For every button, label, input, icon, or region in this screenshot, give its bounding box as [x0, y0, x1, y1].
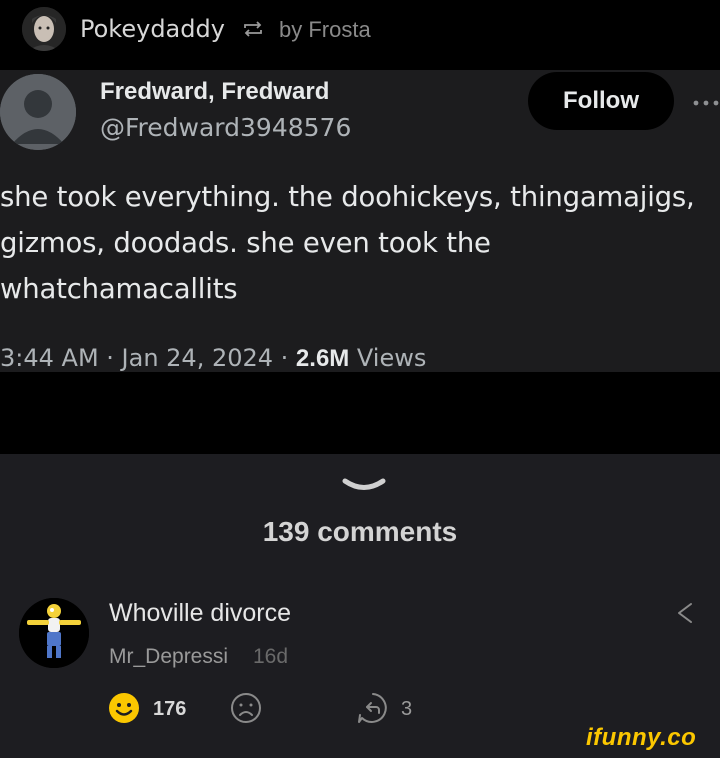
more-icon[interactable]: [692, 94, 720, 112]
frown-icon[interactable]: [230, 692, 262, 729]
reply-icon[interactable]: [357, 692, 389, 729]
reply-count: 3: [401, 698, 413, 720]
tweet-avatar[interactable]: [0, 74, 76, 150]
comments-panel: 139 comments Whoville divorce Mr_Depress…: [0, 454, 720, 758]
tweet-author-handle[interactable]: @Fredward3948576: [100, 113, 351, 142]
comment-avatar[interactable]: [19, 598, 89, 668]
smile-count: 176: [153, 698, 187, 720]
comment-text: Whoville divorce: [109, 599, 292, 627]
by-author-label[interactable]: by Frosta: [279, 17, 371, 43]
post-header: Pokeydaddy by Frosta: [0, 0, 720, 70]
ifunny-watermark: ifunny.co: [586, 724, 697, 751]
poster-avatar[interactable]: [22, 7, 66, 51]
repost-icon: [242, 20, 264, 43]
share-icon[interactable]: [674, 601, 696, 630]
tweet-card: Fredward, Fredward @Fredward3948576 Foll…: [0, 70, 720, 372]
comment-time: 16d: [253, 645, 289, 668]
tweet-views-label: Views: [349, 344, 427, 372]
tweet-meta: 3:44 AM · Jan 24, 2024 · 2.6M Views: [0, 344, 426, 373]
tweet-text: she took everything. the doohickeys, thi…: [0, 181, 695, 305]
poster-name[interactable]: Pokeydaddy: [80, 15, 225, 43]
tweet-timestamp: 3:44 AM · Jan 24, 2024 ·: [0, 344, 296, 372]
follow-button[interactable]: Follow: [528, 72, 674, 130]
comments-count: 139 comments: [262, 516, 458, 547]
comment-username[interactable]: Mr_Depressi: [109, 645, 228, 669]
chevron-down-icon[interactable]: [341, 476, 387, 499]
smile-icon[interactable]: [108, 692, 140, 729]
spacer: [0, 372, 720, 454]
tweet-author-name[interactable]: Fredward, Fredward: [100, 78, 329, 106]
tweet-views-count: 2.6M: [295, 345, 350, 372]
